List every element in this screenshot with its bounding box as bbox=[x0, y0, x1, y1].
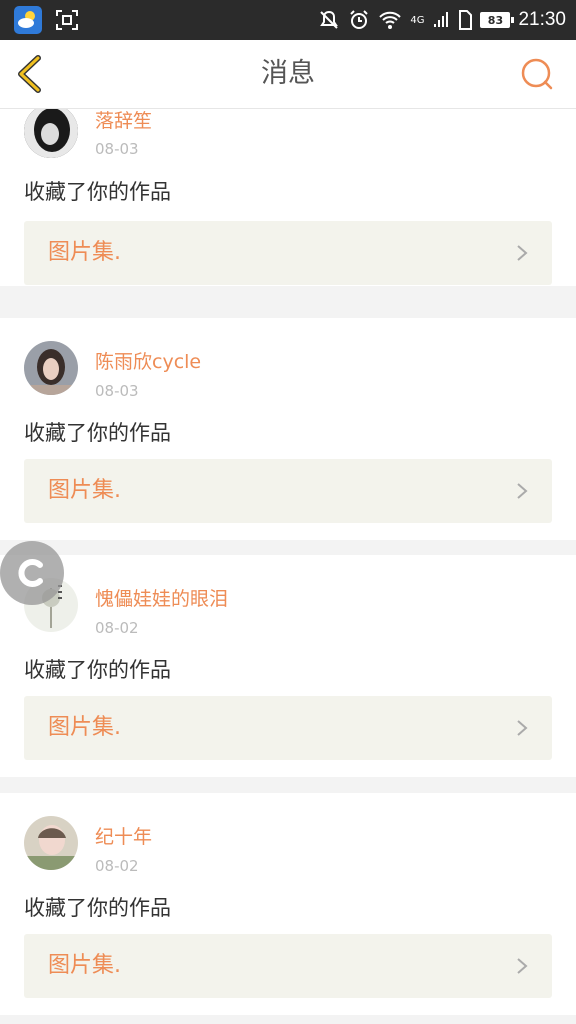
weather-app-icon bbox=[14, 6, 42, 34]
work-link[interactable]: 图片集. bbox=[24, 459, 552, 523]
scan-icon bbox=[56, 10, 78, 30]
date: 08-02 bbox=[95, 619, 139, 637]
mute-bell-icon bbox=[320, 10, 339, 29]
status-bar: 4G 83 21:30 bbox=[0, 0, 576, 40]
notification-list[interactable]: 落辞笙 08-03 收藏了你的作品 图片集. 陈雨欣cycle 08-03 收藏… bbox=[0, 109, 576, 1024]
notification-item: 落辞笙 08-03 收藏了你的作品 图片集. bbox=[0, 109, 576, 286]
notification-item: 愧儡娃娃的眼泪 08-02 收藏了你的作品 图片集. bbox=[0, 555, 576, 777]
date: 08-03 bbox=[95, 140, 139, 158]
work-link[interactable]: 图片集. bbox=[24, 696, 552, 760]
username[interactable]: 落辞笙 bbox=[95, 109, 152, 133]
sim-icon bbox=[459, 10, 473, 30]
signal-icon bbox=[434, 12, 449, 27]
floating-assist-button[interactable] bbox=[0, 541, 64, 605]
notification-item: 陈雨欣cycle 08-03 收藏了你的作品 图片集. bbox=[0, 318, 576, 540]
work-title: 图片集. bbox=[48, 478, 121, 503]
chevron-right-icon bbox=[517, 720, 528, 736]
page-title: 消息 bbox=[261, 58, 315, 89]
work-title: 图片集. bbox=[48, 715, 121, 740]
notification-item: 纪十年 08-02 收藏了你的作品 图片集. bbox=[0, 793, 576, 1015]
search-icon[interactable] bbox=[520, 57, 554, 91]
alarm-icon bbox=[350, 10, 369, 29]
action-text: 收藏了你的作品 bbox=[24, 658, 171, 682]
username[interactable]: 陈雨欣cycle bbox=[95, 347, 201, 374]
avatar[interactable] bbox=[24, 109, 78, 158]
chevron-right-icon bbox=[517, 483, 528, 499]
action-text: 收藏了你的作品 bbox=[24, 180, 171, 204]
work-link[interactable]: 图片集. bbox=[24, 934, 552, 998]
action-text: 收藏了你的作品 bbox=[24, 896, 171, 920]
app-header: 消息 bbox=[0, 40, 576, 109]
work-link[interactable]: 图片集. bbox=[24, 221, 552, 285]
date: 08-03 bbox=[95, 382, 139, 400]
chevron-right-icon bbox=[517, 245, 528, 261]
battery-icon: 83 bbox=[480, 12, 515, 28]
avatar[interactable] bbox=[24, 816, 78, 870]
avatar[interactable] bbox=[24, 341, 78, 395]
username[interactable]: 愧儡娃娃的眼泪 bbox=[95, 584, 228, 611]
date: 08-02 bbox=[95, 857, 139, 875]
action-text: 收藏了你的作品 bbox=[24, 421, 171, 445]
work-title: 图片集. bbox=[48, 240, 121, 265]
c-logo-icon bbox=[18, 559, 43, 587]
work-title: 图片集. bbox=[48, 953, 121, 978]
username[interactable]: 纪十年 bbox=[95, 822, 152, 849]
clock: 21:30 bbox=[518, 9, 566, 30]
network-type: 4G bbox=[410, 14, 425, 26]
wifi-icon bbox=[379, 11, 402, 29]
chevron-right-icon bbox=[517, 958, 528, 974]
